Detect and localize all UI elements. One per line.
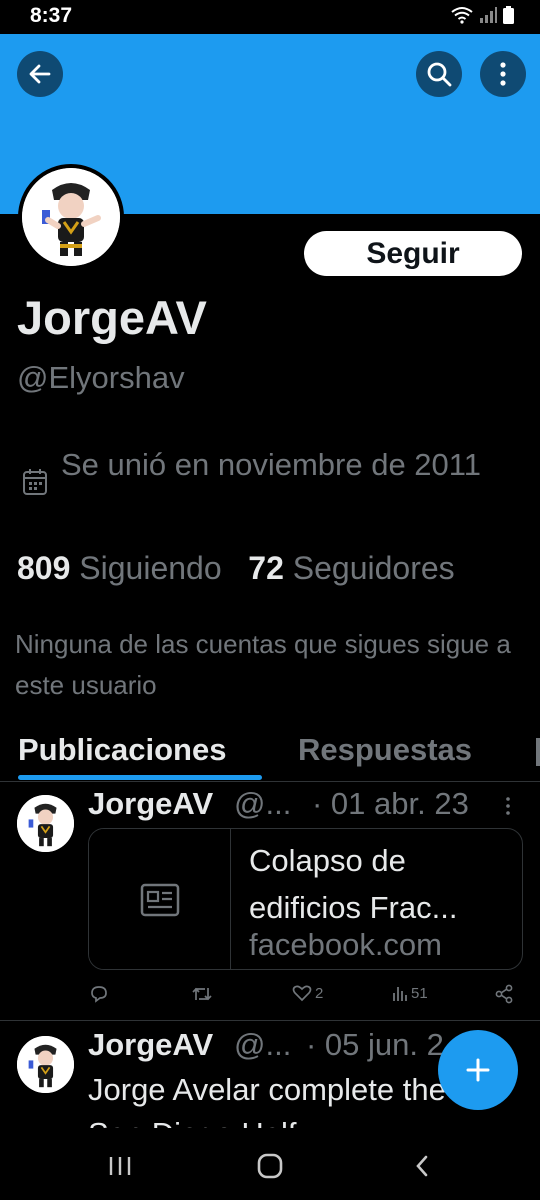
like-icon	[292, 985, 312, 1002]
reply-icon	[91, 986, 107, 1003]
retweet-icon	[192, 987, 212, 1001]
calendar-icon	[22, 468, 48, 501]
more-vertical-icon	[500, 62, 506, 86]
following-count: 809	[17, 550, 71, 586]
views-count: 51	[411, 984, 428, 1002]
active-tab-indicator	[18, 775, 262, 780]
plus-icon	[466, 1058, 490, 1082]
tweet-divider	[0, 1020, 540, 1021]
reply-button[interactable]	[89, 984, 109, 1004]
profile-avatar[interactable]	[18, 164, 124, 270]
link-card-icon	[140, 883, 179, 917]
system-navigation-bar	[0, 1128, 540, 1200]
status-bar: 8:37	[0, 0, 540, 34]
tweet-date: · 01 abr. 23	[312, 786, 469, 821]
status-icons	[451, 6, 514, 24]
link-card-domain: facebook.com	[249, 927, 442, 962]
tweet-avatar[interactable]	[17, 1036, 74, 1093]
following-label: Siguiendo	[79, 550, 222, 586]
share-button[interactable]	[494, 984, 514, 1004]
signal-icon	[480, 7, 497, 23]
avatar-image	[22, 168, 120, 266]
views-icon	[393, 987, 407, 1001]
tweet-avatar[interactable]	[17, 795, 74, 852]
link-card-title: Colapso de edificios Frac...	[249, 843, 458, 925]
home-icon	[257, 1153, 283, 1179]
home-button[interactable]	[250, 1148, 290, 1184]
tweet-actions: 2 51	[0, 982, 540, 1012]
tweet-author-name: JorgeAV	[88, 1027, 214, 1062]
profile-tabs: Publicaciones Respuestas	[0, 720, 540, 782]
more-options-button[interactable]	[480, 51, 526, 97]
following-link[interactable]: 809 Siguiendo	[17, 550, 222, 586]
wifi-icon	[451, 7, 473, 24]
search-icon	[427, 62, 452, 87]
avatar-image	[17, 1036, 74, 1093]
like-count: 2	[315, 984, 324, 1002]
avatar-image	[17, 795, 74, 852]
share-icon	[495, 984, 513, 1004]
followers-link[interactable]: 72 Seguidores	[248, 550, 454, 586]
tweet-date: · 05 jun. 2	[306, 1027, 444, 1062]
followers-label: Seguidores	[292, 550, 455, 586]
search-button[interactable]	[416, 51, 462, 97]
recents-button[interactable]	[100, 1148, 140, 1184]
follow-button[interactable]: Seguir	[304, 231, 522, 276]
tweet-author-handle: @...	[234, 1027, 292, 1062]
views-button[interactable]: 51	[392, 984, 428, 1002]
profile-display-name: JorgeAV	[17, 291, 207, 344]
mutual-followers-note: Ninguna de las cuentas que sigues sigue …	[15, 629, 511, 700]
tweet-more-button[interactable]	[504, 796, 512, 821]
back-arrow-icon	[29, 64, 51, 84]
followers-count: 72	[248, 550, 284, 586]
compose-button[interactable]	[438, 1030, 518, 1110]
retweet-button[interactable]	[191, 984, 213, 1004]
tab-next-partial[interactable]	[536, 738, 540, 766]
back-nav-button[interactable]	[402, 1148, 442, 1184]
tab-posts[interactable]: Publicaciones	[18, 732, 226, 768]
tweet-author-name: JorgeAV	[88, 786, 214, 821]
more-vertical-icon	[506, 797, 510, 815]
tab-replies[interactable]: Respuestas	[298, 732, 472, 768]
tweet-author-handle: @...	[234, 786, 292, 821]
follow-stats: 809 Siguiendo 72 Seguidores	[17, 550, 455, 587]
link-card-thumbnail	[89, 829, 231, 969]
back-icon	[416, 1155, 428, 1177]
back-button[interactable]	[17, 51, 63, 97]
profile-handle: @Elyorshav	[17, 360, 185, 395]
joined-date: Se unió en noviembre de 2011	[61, 447, 481, 482]
battery-icon	[503, 6, 514, 24]
recents-icon	[109, 1157, 131, 1175]
like-button[interactable]: 2	[292, 984, 323, 1002]
link-preview-card[interactable]: Colapso de edificios Frac... facebook.co…	[88, 828, 523, 970]
status-time: 8:37	[30, 4, 73, 27]
